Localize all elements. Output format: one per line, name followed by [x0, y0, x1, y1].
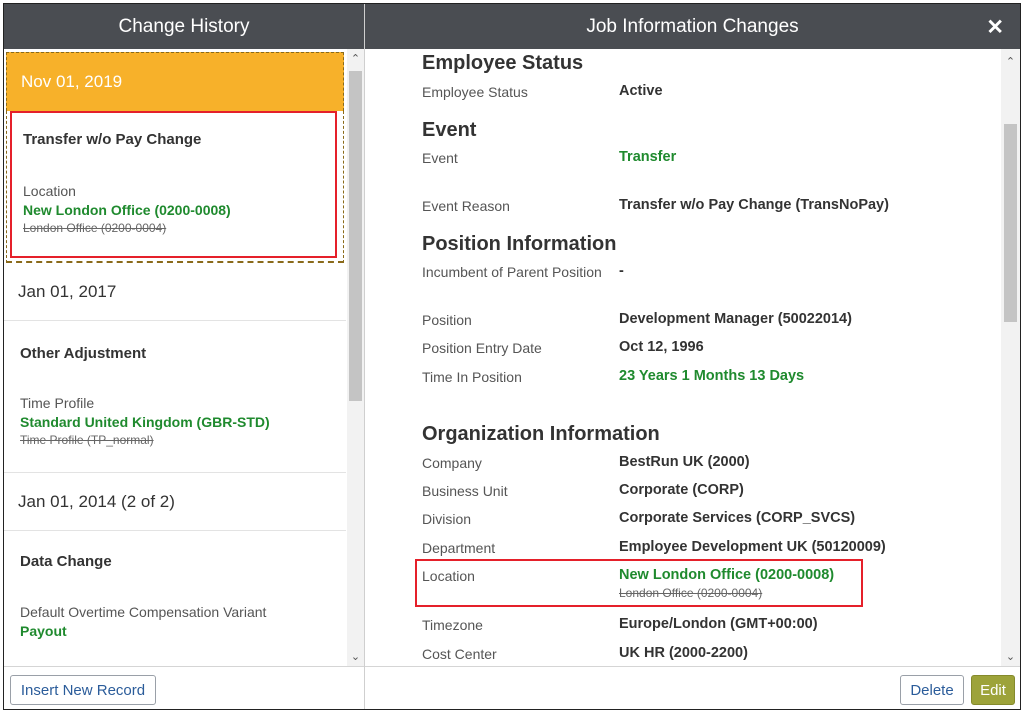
record-new-value: New London Office (0200-0008)	[23, 202, 231, 218]
field-label-cost-center: Cost Center	[422, 646, 497, 662]
field-value-location-old: London Office (0200-0004)	[619, 586, 763, 600]
change-history-title: Change History	[118, 15, 250, 37]
scroll-thumb[interactable]	[1004, 124, 1017, 322]
field-label-timezone: Timezone	[422, 617, 483, 633]
record-old-value: Time Profile (TP_normal)	[20, 433, 154, 447]
section-heading-event: Event	[422, 119, 477, 141]
record-field-label: Default Overtime Compensation Variant	[20, 604, 267, 620]
change-history-dialog: Change History Nov 01, 2019 Transfer w/o…	[3, 3, 1021, 710]
job-information-title: Job Information Changes	[586, 15, 799, 37]
field-label-position-entry-date: Position Entry Date	[422, 340, 542, 356]
insert-new-record-button[interactable]: Insert New Record	[10, 675, 156, 705]
field-label-division: Division	[422, 511, 472, 527]
section-heading-organization: Organization Information	[422, 423, 660, 445]
field-value-timezone: Europe/London (GMT+00:00)	[619, 616, 818, 632]
field-label-incumbent: Incumbent of Parent Position	[422, 264, 602, 280]
field-label-event-reason: Event Reason	[422, 198, 510, 214]
field-value-location-new: New London Office (0200-0008)	[619, 567, 835, 583]
field-value-position: Development Manager (50022014)	[619, 311, 852, 327]
change-history-header: Change History	[4, 4, 364, 49]
history-scrollbar[interactable]: ⌃ ⌄	[347, 49, 364, 667]
field-value-division: Corporate Services (CORP_SVCS)	[619, 510, 856, 526]
record-event-title: Other Adjustment	[20, 345, 147, 362]
section-heading-position: Position Information	[422, 233, 617, 255]
record-field-label: Location	[23, 183, 76, 199]
record-date[interactable]: Jan 01, 2017	[4, 263, 346, 321]
field-value-company: BestRun UK (2000)	[619, 454, 750, 470]
field-label-employee-status: Employee Status	[422, 84, 528, 100]
job-information-footer: Delete Edit	[365, 666, 1020, 709]
history-footer: Insert New Record	[4, 666, 364, 709]
job-information-header: Job Information Changes ✕	[365, 4, 1020, 49]
field-value-position-entry-date: Oct 12, 1996	[619, 339, 704, 355]
scroll-down-icon[interactable]: ⌄	[1001, 650, 1020, 663]
field-label-business-unit: Business Unit	[422, 483, 508, 499]
history-record-list: Nov 01, 2019 Transfer w/o Pay Change Loc…	[4, 49, 346, 659]
record-new-value: Payout	[20, 623, 67, 639]
record-date-label: Nov 01, 2019	[21, 72, 123, 91]
field-value-incumbent: -	[619, 263, 624, 279]
field-label-event: Event	[422, 150, 458, 166]
field-label-time-in-position: Time In Position	[422, 369, 522, 385]
record-event-title: Data Change	[20, 553, 112, 570]
job-information-scrollbar[interactable]: ⌃ ⌄	[1001, 49, 1020, 667]
field-value-department: Employee Development UK (50120009)	[619, 539, 886, 555]
record-card[interactable]: Data Change Default Overtime Compensatio…	[4, 531, 346, 659]
job-information-panel: Job Information Changes ✕ Employee Statu…	[365, 4, 1020, 709]
change-history-panel: Change History Nov 01, 2019 Transfer w/o…	[4, 4, 365, 709]
section-heading-employee-status: Employee Status	[422, 52, 584, 74]
scroll-up-icon[interactable]: ⌃	[1001, 55, 1020, 68]
field-label-company: Company	[422, 455, 482, 471]
scroll-thumb[interactable]	[349, 71, 362, 401]
scroll-down-icon[interactable]: ⌄	[347, 650, 364, 663]
record-old-value: London Office (0200-0004)	[23, 221, 167, 235]
field-value-business-unit: Corporate (CORP)	[619, 482, 744, 498]
record-card-selected[interactable]: Transfer w/o Pay Change Location New Lon…	[6, 111, 344, 263]
record-event-title: Transfer w/o Pay Change	[23, 131, 202, 148]
delete-button[interactable]: Delete	[900, 675, 964, 705]
record-new-value: Standard United Kingdom (GBR-STD)	[20, 414, 270, 430]
record-date-label: Jan 01, 2014 (2 of 2)	[18, 491, 175, 511]
record-field-label: Time Profile	[20, 395, 95, 411]
scroll-up-icon[interactable]: ⌃	[347, 52, 364, 65]
record-date[interactable]: Jan 01, 2014 (2 of 2)	[4, 473, 346, 531]
field-value-cost-center: UK HR (2000-2200)	[619, 645, 748, 661]
field-value-employee-status: Active	[619, 83, 663, 99]
record-card[interactable]: Other Adjustment Time Profile Standard U…	[4, 321, 346, 473]
close-icon[interactable]: ✕	[986, 15, 1004, 40]
field-label-location: Location	[422, 568, 475, 584]
field-value-time-in-position: 23 Years 1 Months 13 Days	[619, 368, 805, 384]
job-information-content: Employee Status Employee Status Active E…	[365, 49, 1001, 667]
field-label-position: Position	[422, 312, 472, 328]
field-value-event: Transfer	[619, 149, 677, 165]
field-label-department: Department	[422, 540, 496, 556]
record-date-label: Jan 01, 2017	[18, 281, 117, 301]
edit-button[interactable]: Edit	[971, 675, 1015, 705]
field-value-event-reason: Transfer w/o Pay Change (TransNoPay)	[619, 197, 889, 213]
record-date-selected[interactable]: Nov 01, 2019	[6, 52, 344, 111]
